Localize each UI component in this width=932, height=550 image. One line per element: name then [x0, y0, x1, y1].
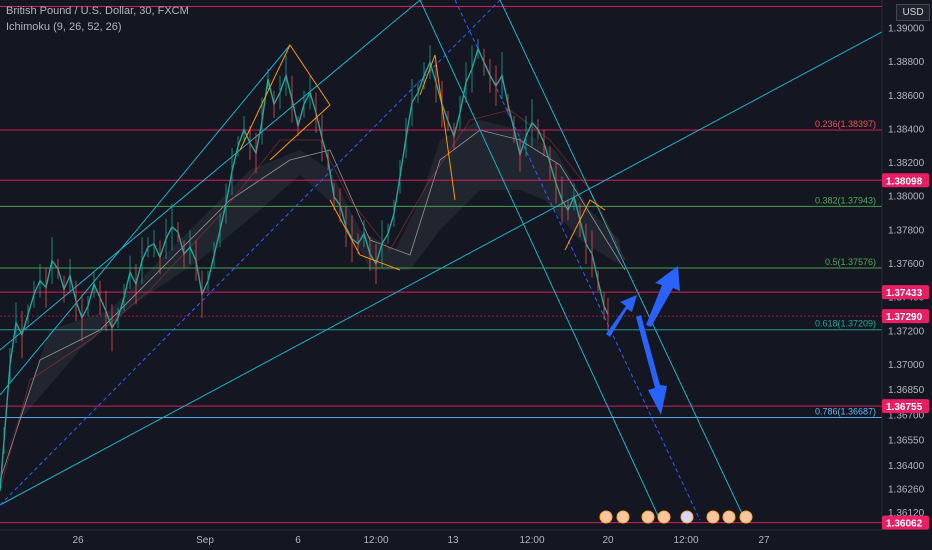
svg-text:1.38098: 1.38098 — [886, 176, 923, 187]
time-tick-label: 27 — [758, 535, 770, 546]
chart-canvas[interactable]: 1.361201.362601.364001.365501.367001.368… — [0, 0, 932, 550]
price-tick-label: 1.37800 — [888, 225, 925, 236]
price-tick-label: 1.38400 — [888, 124, 925, 135]
flag-uk-icon — [722, 510, 736, 524]
price-tag: 1.37290 — [882, 309, 929, 324]
price-tick-label: 1.38000 — [888, 192, 925, 203]
price-tick-label: 1.38800 — [888, 57, 925, 68]
svg-text:1.37290: 1.37290 — [886, 312, 923, 323]
svg-text:1.37433: 1.37433 — [886, 288, 923, 299]
price-tick-label: 1.39000 — [888, 24, 925, 35]
price-tick-label: 1.38600 — [888, 91, 925, 102]
currency-button[interactable]: USD — [896, 4, 930, 21]
svg-text:1.36755: 1.36755 — [886, 402, 923, 413]
price-tick-label: 1.36260 — [888, 484, 925, 495]
time-tick-label: 6 — [295, 535, 301, 546]
price-tick-label: 1.37200 — [888, 326, 925, 337]
flag-uk-icon — [706, 510, 720, 524]
price-tick-label: 1.38200 — [888, 158, 925, 169]
price-tick-label: 1.36850 — [888, 385, 925, 396]
svg-text:1.36062: 1.36062 — [886, 519, 923, 530]
chart-area[interactable]: 1.36120 1.36260 1.36400 1.36550 1.36700 1.368… — [0, 0, 932, 550]
time-tick-label: 20 — [602, 535, 614, 546]
price-tag: 1.36755 — [882, 399, 929, 414]
flag-uk-icon — [641, 510, 655, 524]
price-tag: 1.37433 — [882, 285, 929, 300]
time-tick-label: Sep — [196, 535, 214, 546]
fib-level-label: 0.236(1.38397) — [815, 119, 876, 129]
indicator-label[interactable]: Ichimoku (9, 26, 52, 26) — [6, 21, 122, 33]
time-axis[interactable] — [0, 530, 932, 550]
price-tag: 1.38098 — [882, 173, 929, 188]
flag-us-icon — [680, 510, 694, 524]
price-tick-label: 1.37000 — [888, 360, 925, 371]
fib-level-label: 0.382(1.37943) — [815, 195, 876, 205]
price-tick-label: 1.37600 — [888, 259, 925, 270]
flag-uk-icon — [599, 510, 613, 524]
fib-level-label: 0.5(1.37576) — [825, 257, 876, 267]
flag-uk-icon — [616, 510, 630, 524]
price-tag: 1.36062 — [882, 515, 929, 530]
fib-level-label: 0.618(1.37209) — [815, 319, 876, 329]
symbol-title[interactable]: British Pound / U.S. Dollar, 30, FXCM — [6, 5, 189, 17]
price-tick-label: 1.36400 — [888, 461, 925, 472]
fib-level-label: 0.786(1.36687) — [815, 407, 876, 417]
time-tick-label: 12:00 — [363, 535, 388, 546]
flag-uk-icon — [739, 510, 753, 524]
time-tick-label: 13 — [447, 535, 459, 546]
time-tick-label: 12:00 — [519, 535, 544, 546]
time-tick-label: 12:00 — [673, 535, 698, 546]
time-tick-label: 26 — [72, 535, 84, 546]
price-tick-label: 1.36550 — [888, 436, 925, 447]
flag-uk-icon — [657, 510, 671, 524]
